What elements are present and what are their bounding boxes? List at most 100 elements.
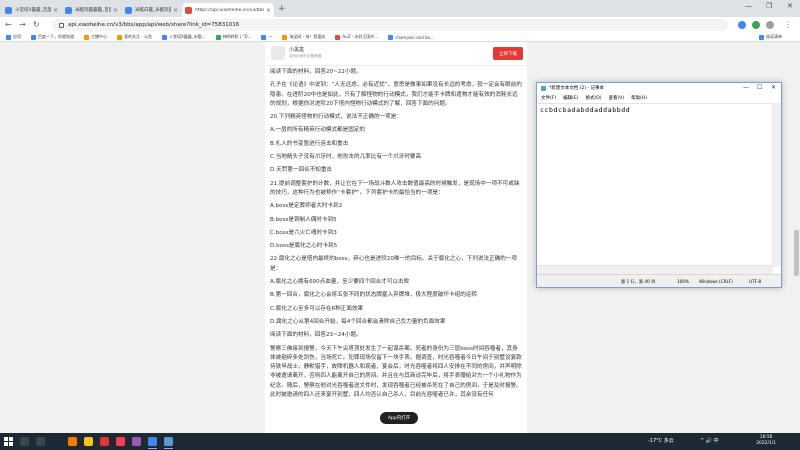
url-text: api.xiaoheihe.cn/v3/bbs/app/api/web/shar… [68, 22, 240, 28]
bookmark-item[interactable]: 主播中心 [84, 34, 107, 40]
article-paragraph: 22.腐化之心是塔内最终的boss，碎心也是进阶20唯一的目标。关于腐化之心，下… [270, 256, 517, 272]
forward-icon[interactable]: → [19, 20, 26, 30]
app-name: 小黑盒 [289, 47, 305, 53]
article-paragraph: B.第一回合，腐化之心会将五张不同的状态牌塞入弃牌堆，极大程度破坏卡组的运转 [270, 292, 477, 299]
notepad-taskbar-icon[interactable] [164, 437, 173, 449]
extension-icon[interactable] [752, 21, 760, 29]
minimize-icon[interactable]: — [743, 84, 749, 91]
menu-edit[interactable]: 编辑(E) [563, 95, 578, 101]
apps-icon [6, 34, 11, 40]
download-button[interactable]: 立即下载 [493, 47, 523, 60]
bookmark-item[interactable]: 淘宝网 - 淘！我喜欢 [282, 34, 325, 40]
file-explorer-icon[interactable] [84, 437, 93, 446]
clock[interactable]: 16:56 2022/1/1 [756, 435, 776, 447]
reading-list-button[interactable]: 阅读清单 [759, 34, 782, 40]
page-scrollbar[interactable] [793, 42, 800, 433]
bookmark-item[interactable]: 应用 [6, 34, 21, 40]
notepad-icon [541, 85, 546, 91]
browser-tab[interactable]: 米酷玩露露露_百度AI搜索 × [62, 3, 121, 17]
app-icon[interactable] [132, 437, 141, 446]
line-ending: Windows (CRLF) [699, 279, 733, 284]
article-paragraph: C.当地精头子没有爪牙时，他攻击的几率比有一个爪牙时要高 [270, 154, 422, 161]
bookmark-item[interactable]: 神明转职 | ”D... [215, 34, 252, 40]
menu-format[interactable]: 格式(O) [585, 95, 601, 101]
search-icon[interactable] [20, 437, 29, 446]
xiaoheihe-favicon-icon [185, 6, 192, 14]
weather-widget[interactable]: -17°C 多云 [648, 437, 674, 444]
notepad-text-area[interactable]: ccbdcbadabddaddabbdd [537, 103, 773, 276]
menu-view[interactable]: 查看(V) [609, 95, 625, 101]
bookmark-item[interactable]: 一 [261, 34, 272, 40]
menu-kebab-icon[interactable]: ⋮ [784, 20, 792, 30]
bookmark-item[interactable]: 十堂塔X露露_米酷... [162, 34, 206, 40]
close-icon[interactable]: ✕ [771, 84, 776, 91]
article-paragraph: 20.下列精英怪物的行动模式，说法不正确的一项是： [270, 114, 402, 121]
date: 2022/1/1 [756, 441, 776, 446]
lock-icon [59, 22, 64, 28]
bookmark-label: 神明转职 | ”D... [222, 34, 252, 39]
notepad-statusbar: 第 1 行，第 40 列 100% Windows (CRLF) UTF-8 [537, 274, 781, 287]
article-column: 小黑盒 游戏玩家的必备神器 立即下载 阅读下面的材料，回答20~22小题。 孔子在… [265, 42, 527, 433]
zoom-level: 100% [677, 279, 689, 284]
steam-icon[interactable] [52, 437, 61, 446]
app-icon[interactable] [116, 437, 125, 446]
back-icon[interactable]: ← [5, 20, 12, 30]
article-paragraph: D.腐化之心从第4回合开始，每4个回合都会清除自己负力量的负面效果 [270, 318, 446, 325]
bookmark-item[interactable]: 我的关注 - 斗鱼 [117, 34, 152, 40]
article-paragraph: 阅读下面的材料，回答20~22小题。 [270, 69, 362, 75]
notepad-vertical-scrollbar[interactable] [772, 103, 781, 267]
scrollbar-thumb[interactable] [794, 230, 799, 276]
browser-tab-active[interactable]: https://api.xiaoheihe.cn/v3/bbs/ × [182, 3, 274, 17]
article-paragraph: 阅读下面的材料，回答23~24小题。 [270, 332, 362, 339]
bookmark-item[interactable]: champion and bo... [388, 34, 434, 40]
article-paragraph: C.boss是六火亡魂时卡到3 [270, 229, 337, 236]
tab-title: 米酷白露_米酷玩露露AI搜索 [135, 8, 171, 13]
new-tab-button[interactable]: + [278, 4, 286, 14]
douyu-icon [117, 34, 122, 40]
app-icon[interactable] [100, 437, 109, 446]
close-window-icon[interactable]: ✕ [787, 2, 793, 10]
task-view-icon[interactable] [36, 437, 45, 446]
system-tray[interactable]: ^ 🔊 中 [700, 437, 719, 444]
reload-icon[interactable]: ↻ [33, 20, 40, 30]
tab-title: 米酷玩露露露_百度AI搜索 [75, 8, 111, 13]
bookmark-icon [261, 34, 267, 40]
article-paragraph: B.扎人的书变暂进行连击和重击 [270, 140, 349, 147]
menu-help[interactable]: 帮助(H) [631, 95, 647, 101]
notepad-horizontal-scrollbar[interactable] [537, 265, 773, 274]
address-bar[interactable]: api.xiaoheihe.cn/v3/bbs/app/api/web/shar… [52, 19, 728, 31]
bookmark-label: 主播中心 [91, 34, 107, 39]
open-in-app-button[interactable]: App内打开 [380, 412, 418, 424]
maximize-icon[interactable]: ❐ [766, 2, 772, 10]
close-icon[interactable]: × [173, 7, 178, 14]
chrome-icon[interactable] [148, 437, 157, 449]
bookmark-item[interactable]: 百度一下，你就知道 [31, 34, 74, 40]
bookmark-item[interactable]: AuZ - 冰封王国外... [335, 34, 378, 40]
maximize-icon[interactable]: ☐ [757, 84, 762, 91]
reading-list-icon [759, 34, 764, 40]
browser-tab[interactable]: 十堂塔X露露_百度Al_百度搜索 × [2, 3, 61, 17]
tab-title: https://api.xiaoheihe.cn/v3/bbs/ [195, 7, 264, 13]
notepad-titlebar[interactable]: *新建文本文档 (2) - 记事本 — ☐ ✕ [537, 83, 781, 93]
article-paragraph: A.腐化之心拥有600点血量，至少要四个回合才可以击败 [270, 279, 410, 286]
close-icon[interactable]: × [53, 7, 58, 14]
article-paragraph: B.boss是铜制人偶时卡到5 [270, 216, 337, 223]
bookmark-icon [162, 34, 167, 40]
close-icon[interactable]: × [266, 7, 271, 14]
app-icon[interactable] [68, 437, 77, 446]
windows-start-icon[interactable] [4, 437, 13, 446]
extension-icon[interactable] [738, 21, 746, 29]
close-icon[interactable]: × [113, 7, 118, 14]
notepad-menubar: 文件(F) 编辑(E) 格式(O) 查看(V) 帮助(H) [537, 93, 781, 102]
bookmark-icon [215, 34, 221, 40]
bookmarks-bar: 应用 百度一下，你就知道 主播中心 我的关注 - 斗鱼 十堂塔X露露_米酷...… [0, 33, 800, 42]
minimize-icon[interactable]: — [745, 2, 752, 10]
browser-tab[interactable]: 米酷白露_米酷玩露露AI搜索 × [122, 3, 181, 17]
menu-file[interactable]: 文件(F) [541, 95, 556, 101]
bookmark-icon [388, 34, 394, 40]
app-subtitle: 游戏玩家的必备神器 [289, 54, 322, 58]
article-paragraph: A.一层的所有精英行动模式都是固定的 [270, 127, 366, 134]
article-paragraph: D.天罚第一回合不知重击 [270, 167, 333, 174]
profile-avatar-icon[interactable] [766, 21, 774, 29]
taobao-icon [282, 34, 288, 40]
